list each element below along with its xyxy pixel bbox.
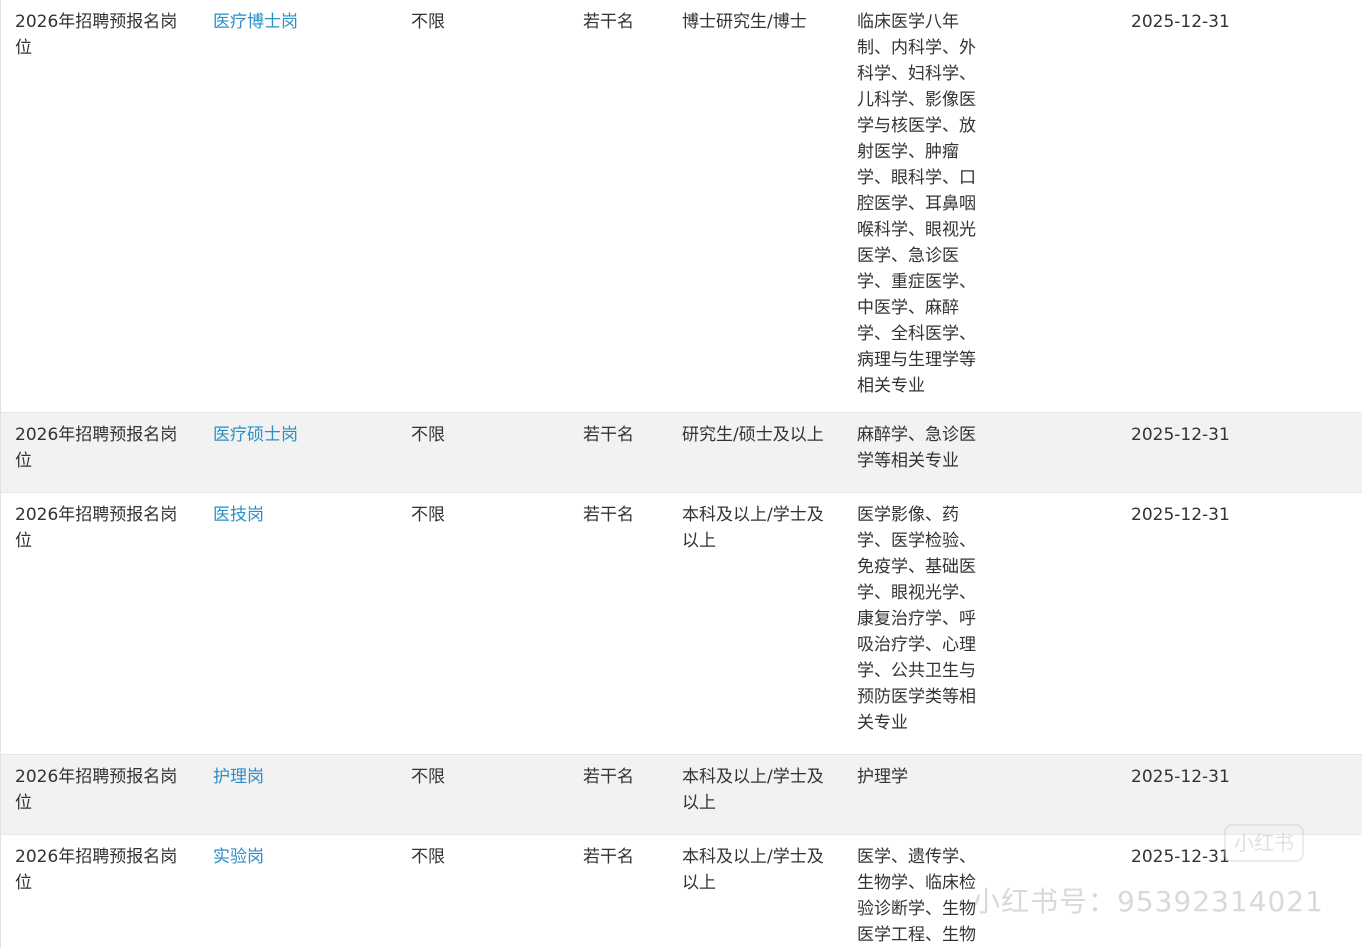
age-cell: 不限 <box>411 767 445 787</box>
age-cell: 不限 <box>411 425 445 445</box>
education-cell: 本科及以上/学士及以上 <box>682 847 824 893</box>
major-cell: 护理学 <box>857 767 908 787</box>
table-row: 2026年招聘预报名岗位 医疗硕士岗 不限 若干名 研究生/硕士及以上 麻醉学、… <box>1 413 1362 493</box>
count-cell: 若干名 <box>583 425 634 445</box>
education-cell: 研究生/硕士及以上 <box>682 425 824 445</box>
table-row: 2026年招聘预报名岗位 医技岗 不限 若干名 本科及以上/学士及以上 医学影像… <box>1 493 1362 755</box>
table-row: 2026年招聘预报名岗位 护理岗 不限 若干名 本科及以上/学士及以上 护理学 … <box>1 755 1362 835</box>
position-link[interactable]: 医疗博士岗 <box>213 9 383 35</box>
education-cell: 本科及以上/学士及以上 <box>682 505 824 551</box>
watermark-text: 小红书号：95392314021 <box>972 885 1324 918</box>
deadline-cell: 2025-12-31 <box>1131 425 1230 445</box>
job-table: 2026年招聘预报名岗位 医疗博士岗 不限 若干名 博士研究生/博士 临床医学八… <box>0 0 1362 948</box>
table-row: 2026年招聘预报名岗位 医疗博士岗 不限 若干名 博士研究生/博士 临床医学八… <box>1 0 1362 413</box>
education-cell: 博士研究生/博士 <box>682 12 807 32</box>
category-cell: 2026年招聘预报名岗位 <box>15 847 178 893</box>
age-cell: 不限 <box>411 12 445 32</box>
deadline-cell: 2025-12-31 <box>1131 12 1230 32</box>
major-cell: 医学、遗传学、生物学、临床检验诊断学、生物医学工程、生物 <box>857 847 976 945</box>
category-cell: 2026年招聘预报名岗位 <box>15 767 178 813</box>
position-link[interactable]: 实验岗 <box>213 844 383 870</box>
major-cell: 麻醉学、急诊医学等相关专业 <box>857 425 976 471</box>
count-cell: 若干名 <box>583 505 634 525</box>
count-cell: 若干名 <box>583 847 634 867</box>
category-cell: 2026年招聘预报名岗位 <box>15 12 178 58</box>
count-cell: 若干名 <box>583 12 634 32</box>
position-link[interactable]: 医疗硕士岗 <box>213 422 383 448</box>
age-cell: 不限 <box>411 847 445 867</box>
major-cell: 医学影像、药学、医学检验、免疫学、基础医学、眼视光学、康复治疗学、呼吸治疗学、心… <box>857 505 976 733</box>
position-link[interactable]: 护理岗 <box>213 764 383 790</box>
deadline-cell: 2025-12-31 <box>1131 767 1230 787</box>
category-cell: 2026年招聘预报名岗位 <box>15 505 178 551</box>
deadline-cell: 2025-12-31 <box>1131 505 1230 525</box>
major-cell: 临床医学八年制、内科学、外科学、妇科学、儿科学、影像医学与核医学、放射医学、肿瘤… <box>857 12 976 396</box>
category-cell: 2026年招聘预报名岗位 <box>15 425 178 471</box>
watermark-logo: 小红书 <box>1224 824 1304 862</box>
age-cell: 不限 <box>411 505 445 525</box>
education-cell: 本科及以上/学士及以上 <box>682 767 824 813</box>
count-cell: 若干名 <box>583 767 634 787</box>
position-link[interactable]: 医技岗 <box>213 502 383 528</box>
